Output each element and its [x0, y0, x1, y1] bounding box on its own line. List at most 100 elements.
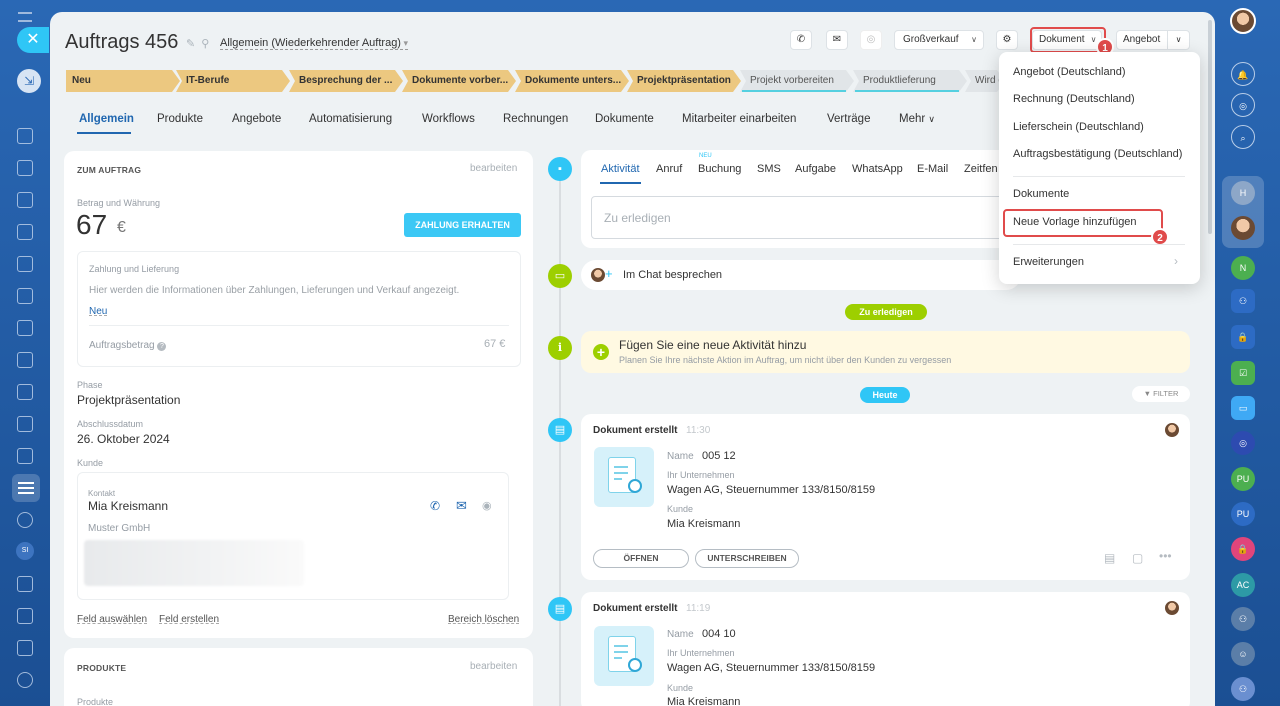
task-chat-icon[interactable]: ☑: [1231, 361, 1255, 385]
menu-item-order-confirmation[interactable]: Auftragsbestätigung (Deutschland): [1013, 148, 1182, 160]
stage-2[interactable]: Besprechung der ...: [289, 70, 403, 92]
help-icon[interactable]: ?: [157, 342, 167, 351]
openline-icon[interactable]: ◎: [860, 30, 882, 50]
bell-icon[interactable]: 🔔: [1231, 62, 1255, 86]
contact-phone-icon[interactable]: ✆: [430, 499, 440, 513]
filter-button[interactable]: ▼ FILTER: [1132, 386, 1190, 402]
contacts-icon[interactable]: [17, 224, 33, 240]
lock-chat-icon-2[interactable]: 🔒: [1231, 537, 1255, 561]
tab-produkte[interactable]: Produkte: [157, 113, 203, 125]
chat-avatar-group[interactable]: ⚇: [1231, 607, 1255, 631]
filter-active-icon[interactable]: [12, 474, 40, 502]
tab-mehr[interactable]: Mehr ∨: [899, 113, 935, 125]
stage-3[interactable]: Dokumente vorber...: [402, 70, 516, 92]
clear-area-link[interactable]: Bereich löschen: [448, 614, 519, 625]
note-icon[interactable]: ▢: [1132, 551, 1143, 565]
chevron-down-icon[interactable]: ∨: [1167, 31, 1189, 49]
chat-avatar-person[interactable]: ☺: [1231, 642, 1255, 666]
activity-tab-email[interactable]: E-Mail: [917, 163, 948, 175]
analytics-icon[interactable]: [17, 384, 33, 400]
payment-received-button[interactable]: ZAHLUNG ERHALTEN: [404, 213, 521, 237]
gear-icon[interactable]: ⚙: [996, 30, 1018, 50]
chat-avatar-pu1[interactable]: PU: [1231, 467, 1255, 491]
tab-rechnungen[interactable]: Rechnungen: [503, 113, 568, 125]
tab-vertraege[interactable]: Verträge: [827, 113, 870, 125]
sign-icon[interactable]: [17, 576, 33, 592]
chat-icon[interactable]: [17, 160, 33, 176]
feed-icon[interactable]: [17, 128, 33, 144]
sign-button[interactable]: UNTERSCHREIBEN: [695, 549, 799, 568]
scrollbar[interactable]: [1208, 20, 1212, 234]
create-field-link[interactable]: Feld erstellen: [159, 614, 219, 625]
chat-avatar-n[interactable]: N: [1231, 256, 1255, 280]
calendar-icon[interactable]: [17, 192, 33, 208]
activity-tab-aufgabe[interactable]: Aufgabe: [795, 163, 836, 175]
print-icon[interactable]: ▤: [1104, 551, 1115, 565]
tab-allgemein[interactable]: Allgemein: [79, 113, 134, 125]
menu-icon[interactable]: [18, 12, 32, 22]
tab-automatisierung[interactable]: Automatisierung: [309, 113, 392, 125]
collapse-icon[interactable]: ⇲: [17, 69, 41, 93]
market-icon[interactable]: [17, 608, 33, 624]
stage-6[interactable]: Projekt vorbereiten: [740, 70, 854, 92]
edit-link-icons[interactable]: ✎⚲: [186, 37, 215, 50]
pulse-chat-icon[interactable]: ◎: [1231, 431, 1255, 455]
tasks-icon[interactable]: [17, 288, 33, 304]
comment-chat-icon[interactable]: ▭: [1231, 396, 1255, 420]
payment-new-link[interactable]: Neu: [89, 306, 107, 317]
close-slider-button[interactable]: ✕: [17, 27, 49, 53]
lock-chat-icon[interactable]: 🔒: [1231, 325, 1255, 349]
document-preview-icon[interactable]: [594, 447, 654, 507]
pulse-icon[interactable]: ◎: [1231, 93, 1255, 117]
stage-1[interactable]: IT-Berufe: [176, 70, 290, 92]
sites-icon[interactable]: [17, 352, 33, 368]
contact-name[interactable]: Mia Kreismann: [88, 499, 168, 513]
open-button[interactable]: ÖFFNEN: [593, 549, 689, 568]
contact-chat-icon[interactable]: ◉: [482, 499, 492, 512]
tab-angebote[interactable]: Angebote: [232, 113, 281, 125]
si-avatar[interactable]: SI: [16, 542, 34, 560]
pipeline-selector[interactable]: Allgemein (Wiederkehrender Auftrag): [220, 37, 409, 50]
menu-item-invoice[interactable]: Rechnung (Deutschland): [1013, 93, 1135, 105]
phone-icon[interactable]: ✆: [790, 30, 812, 50]
chat-avatar-ac[interactable]: AC: [1231, 573, 1255, 597]
search-chat-icon[interactable]: ⌕: [1231, 125, 1255, 149]
add-circle-icon[interactable]: +: [593, 344, 609, 360]
menu-item-offer[interactable]: Angebot (Deutschland): [1013, 66, 1126, 78]
stage-0[interactable]: Neu: [66, 70, 180, 92]
stage-5[interactable]: Projektpräsentation: [627, 70, 741, 92]
mail-icon[interactable]: ✉: [826, 30, 848, 50]
menu-item-documents[interactable]: Dokumente: [1013, 188, 1069, 200]
activity-tab-buchung[interactable]: Buchung: [698, 163, 741, 175]
menu-item-delivery-note[interactable]: Lieferschein (Deutschland): [1013, 121, 1144, 133]
contacts-chat-icon[interactable]: ⚇: [1231, 677, 1255, 701]
offer-button[interactable]: Angebot ∨: [1116, 30, 1190, 50]
group-chat-icon[interactable]: ⚇: [1231, 289, 1255, 313]
settings-icon[interactable]: [17, 672, 33, 688]
crm-icon[interactable]: [17, 320, 33, 336]
tab-dokumente[interactable]: Dokumente: [595, 113, 654, 125]
activity-tab-aktivitaet[interactable]: Aktivität: [601, 163, 640, 175]
activity-tab-anruf[interactable]: Anruf: [656, 163, 682, 175]
target-icon[interactable]: [17, 512, 33, 528]
chat-avatar-h[interactable]: H: [1231, 181, 1255, 205]
shop-icon[interactable]: [17, 416, 33, 432]
stage-4[interactable]: Dokumente unters...: [515, 70, 629, 92]
contact-mail-icon[interactable]: ✉: [456, 498, 467, 514]
tab-mitarbeiter[interactable]: Mitarbeiter einarbeiten: [682, 113, 796, 125]
booking-icon[interactable]: [17, 448, 33, 464]
user-avatar[interactable]: [1230, 8, 1256, 34]
stage-7[interactable]: Produktlieferung: [853, 70, 967, 92]
tab-workflows[interactable]: Workflows: [422, 113, 475, 125]
headset-icon[interactable]: [17, 640, 33, 656]
more-icon[interactable]: •••: [1159, 549, 1172, 563]
select-field-link[interactable]: Feld auswählen: [77, 614, 147, 625]
segment-select[interactable]: Großverkauf ∨: [894, 30, 984, 50]
products-edit-link[interactable]: bearbeiten: [470, 661, 517, 672]
activity-tab-whatsapp[interactable]: WhatsApp: [852, 163, 903, 175]
chat-avatar-pu2[interactable]: PU: [1231, 502, 1255, 526]
document-preview-icon[interactable]: [594, 626, 654, 686]
todo-input[interactable]: Zu erledigen: [591, 196, 1011, 239]
activity-tab-zeitfenster[interactable]: Zeitfen: [964, 163, 998, 175]
activity-tab-sms[interactable]: SMS: [757, 163, 781, 175]
